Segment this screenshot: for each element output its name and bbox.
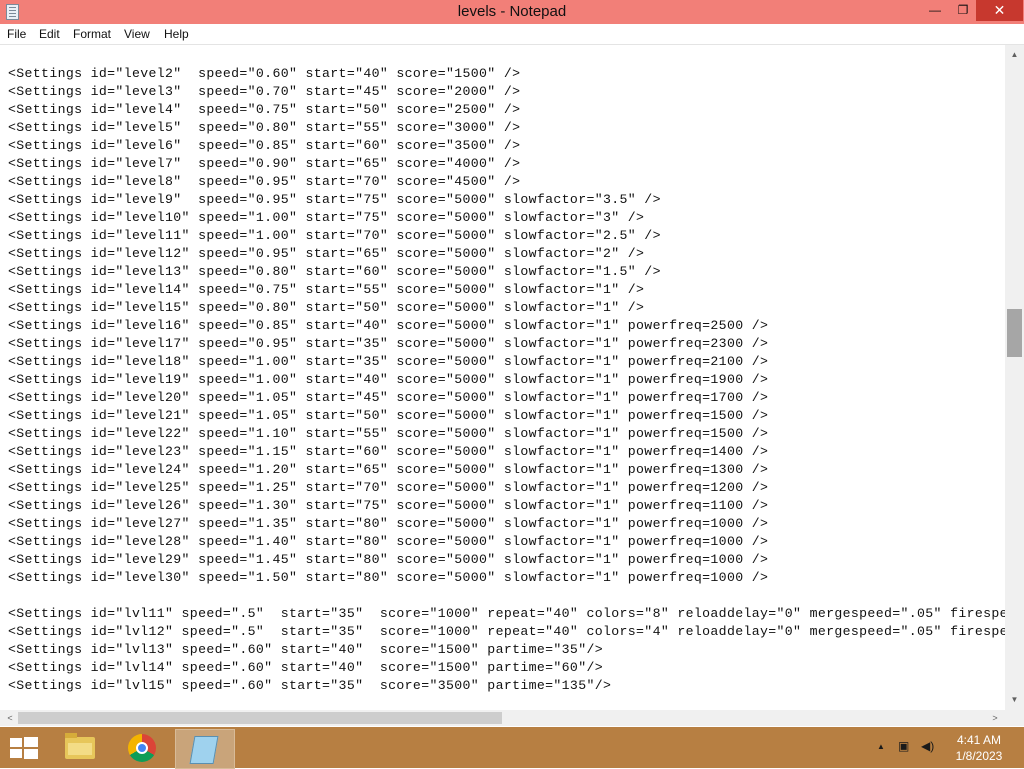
menu-edit[interactable]: Edit — [39, 26, 60, 42]
horizontal-scrollbar[interactable]: < > — [0, 710, 1005, 726]
taskbar-notepad[interactable] — [175, 729, 235, 769]
text-line: <Settings id="level3" speed="0.70" start… — [8, 84, 521, 99]
show-hidden-icons-icon[interactable]: ▲ — [877, 742, 885, 751]
vertical-scroll-thumb[interactable] — [1007, 309, 1022, 357]
text-editor-area[interactable]: <Settings id="level2" speed="0.60" start… — [0, 45, 1005, 710]
text-line: <Settings id="level8" speed="0.95" start… — [8, 174, 521, 189]
text-line: <Settings id="lvl15" speed=".60" start="… — [8, 678, 612, 693]
text-line: <Settings id="level19" speed="1.00" star… — [8, 372, 769, 387]
text-line: <Settings id="lvl12" speed=".5" start="3… — [8, 624, 1005, 639]
text-line: <Settings id="level4" speed="0.75" start… — [8, 102, 521, 117]
vertical-scrollbar[interactable]: ▲ ▼ — [1005, 45, 1024, 710]
title-bar[interactable]: levels - Notepad — ❐ ✕ — [0, 0, 1024, 24]
menu-view[interactable]: View — [124, 26, 150, 42]
text-line: <Settings id="level2" speed="0.60" start… — [8, 66, 521, 81]
text-line: <Settings id="level12" speed="0.95" star… — [8, 246, 645, 261]
text-line: <Settings id="level17" speed="0.95" star… — [8, 336, 769, 351]
text-line: <Settings id="level21" speed="1.05" star… — [8, 408, 769, 423]
text-line: <Settings id="level10" speed="1.00" star… — [8, 210, 645, 225]
text-line: <Settings id="level18" speed="1.00" star… — [8, 354, 769, 369]
scrollbar-corner — [1005, 710, 1024, 726]
scroll-right-arrow-icon[interactable]: > — [987, 710, 1003, 726]
text-line: <Settings id="lvl11" speed=".5" start="3… — [8, 606, 1005, 621]
text-line: <Settings id="level6" speed="0.85" start… — [8, 138, 521, 153]
folder-icon — [65, 733, 95, 759]
menu-help[interactable]: Help — [164, 26, 189, 42]
text-line: <Settings id="level26" speed="1.30" star… — [8, 498, 769, 513]
text-line: <Settings id="level22" speed="1.10" star… — [8, 426, 769, 441]
taskbar-chrome[interactable] — [113, 729, 171, 767]
text-line: <Settings id="level23" speed="1.15" star… — [8, 444, 769, 459]
scroll-up-arrow-icon[interactable]: ▲ — [1005, 47, 1024, 63]
horizontal-scroll-thumb[interactable] — [18, 712, 502, 724]
text-line: <Settings id="level15" speed="0.80" star… — [8, 300, 645, 315]
close-button[interactable]: ✕ — [976, 0, 1023, 21]
text-line: <Settings id="level11" speed="1.00" star… — [8, 228, 661, 243]
text-line: <Settings id="level28" speed="1.40" star… — [8, 534, 769, 549]
restore-button[interactable]: ❐ — [946, 0, 980, 21]
text-line: <Settings id="level20" speed="1.05" star… — [8, 390, 769, 405]
text-line: <Settings id="level14" speed="0.75" star… — [8, 282, 645, 297]
volume-icon[interactable]: ◀) — [921, 739, 934, 753]
notepad-icon — [189, 736, 219, 764]
system-clock[interactable]: 4:41 AM 1/8/2023 — [948, 732, 1010, 764]
text-line: <Settings id="level30" speed="1.50" star… — [8, 570, 769, 585]
taskbar-file-explorer[interactable] — [51, 729, 109, 767]
scroll-down-arrow-icon[interactable]: ▼ — [1005, 692, 1024, 708]
text-line: <Settings id="level9" speed="0.95" start… — [8, 192, 661, 207]
window-title: levels - Notepad — [457, 3, 567, 20]
start-button-windows-icon[interactable] — [10, 737, 38, 759]
text-line: <Settings id="level16" speed="0.85" star… — [8, 318, 769, 333]
network-icon[interactable]: ▣ — [898, 739, 909, 753]
scroll-left-arrow-icon[interactable]: < — [2, 710, 18, 726]
text-line: <Settings id="level29" speed="1.45" star… — [8, 552, 769, 567]
menu-bar: File Edit Format View Help — [0, 24, 1024, 45]
menu-format[interactable]: Format — [73, 26, 111, 42]
text-line: <Settings id="level7" speed="0.90" start… — [8, 156, 521, 171]
text-line: <Settings id="level13" speed="0.80" star… — [8, 264, 661, 279]
text-line: <Settings id="level27" speed="1.35" star… — [8, 516, 769, 531]
text-line: <Settings id="level25" speed="1.25" star… — [8, 480, 769, 495]
clock-date: 1/8/2023 — [955, 749, 1003, 763]
text-line: <Settings id="level24" speed="1.20" star… — [8, 462, 769, 477]
text-line: <Settings id="lvl14" speed=".60" start="… — [8, 660, 603, 675]
text-line: <Settings id="level5" speed="0.80" start… — [8, 120, 521, 135]
menu-file[interactable]: File — [7, 26, 26, 42]
chrome-icon — [128, 734, 156, 762]
taskbar: ▲ ▣ ◀) 4:41 AM 1/8/2023 — [0, 727, 1024, 769]
text-line: <Settings id="lvl13" speed=".60" start="… — [8, 642, 603, 657]
clock-time: 4:41 AM — [956, 733, 1002, 747]
